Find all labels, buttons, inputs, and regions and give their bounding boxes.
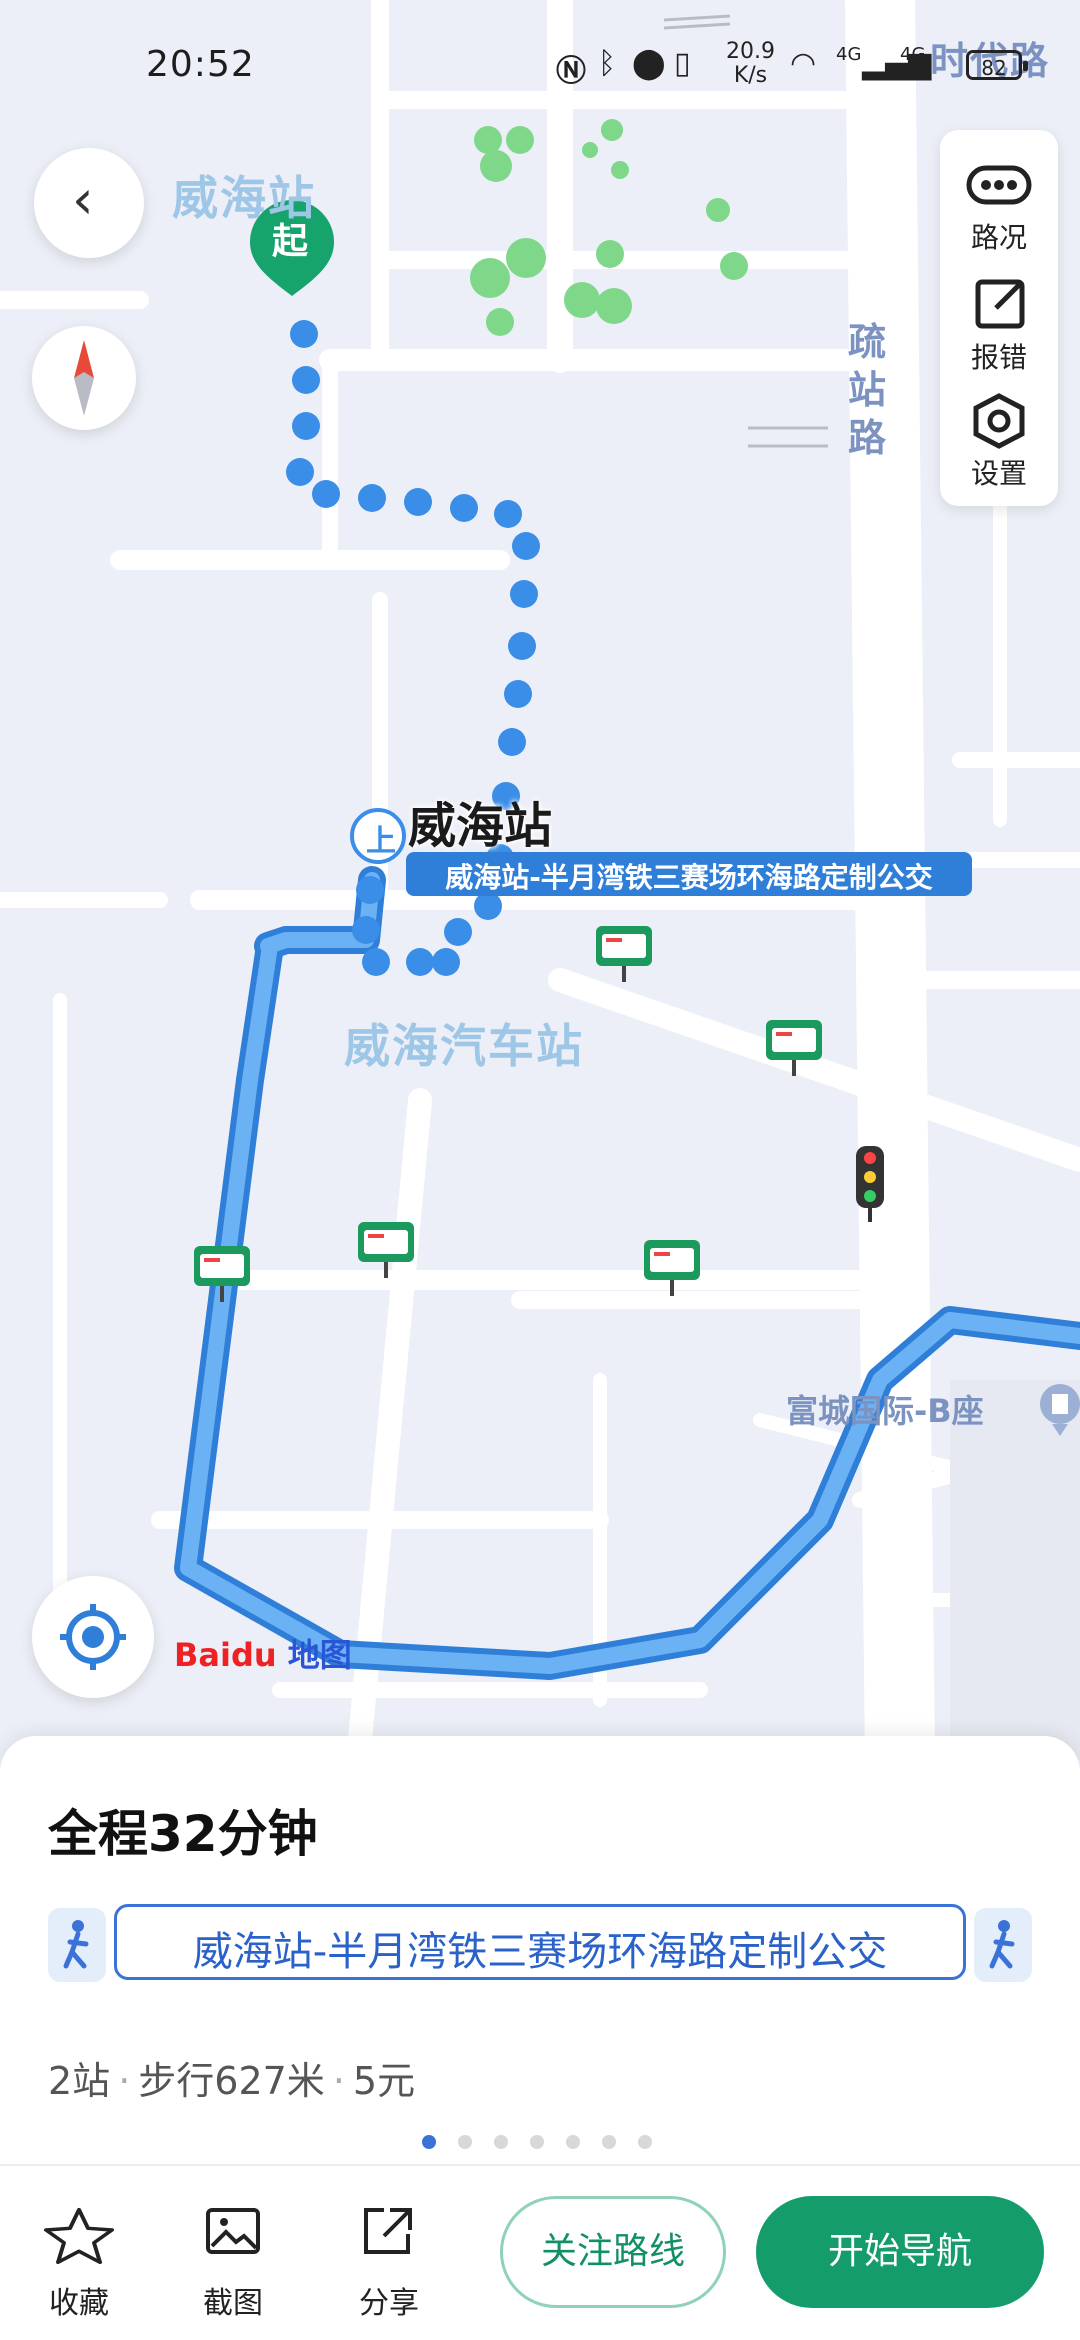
route-line-pill[interactable]: 威海站-半月湾铁三赛场环海路定制公交: [114, 1904, 966, 1980]
baidu-logo: Baidu 地图: [174, 1630, 352, 1676]
back-button[interactable]: ‹: [34, 148, 144, 258]
route-meta: 2站 · 步行627米 · 5元: [48, 2059, 416, 2103]
share-button[interactable]: 分享: [334, 2196, 444, 2321]
traffic-toggle[interactable]: 路况: [940, 150, 1058, 270]
map-label-weihai-station: 威海站: [408, 798, 553, 854]
total-duration: 全程32分钟: [48, 1805, 318, 1863]
favorite-label: 收藏: [49, 2286, 109, 2321]
nfc-icon: Ⓝ: [556, 54, 586, 89]
divider: [0, 2164, 1080, 2166]
baidu-map-cn: 地图: [287, 1636, 352, 1674]
stop-count: 2站: [48, 2059, 111, 2103]
compass-icon: [74, 340, 94, 416]
status-time: 20:52: [146, 44, 255, 85]
map-route-tag[interactable]: 威海站-半月湾铁三赛场环海路定制公交: [406, 856, 972, 896]
map-tools-panel: 路况 报错 设置: [940, 130, 1058, 506]
locate-button[interactable]: [32, 1576, 154, 1698]
location-icon: ⬤: [632, 46, 666, 81]
status-bar: 20:52 Ⓝ ᛒ ⬤ ▯ 20.9 K/s ◠ 4G ▂▄▆ 4G 82: [0, 0, 1080, 130]
walk-distance: 步行627米: [138, 2059, 325, 2103]
walk-end-icon: [974, 1908, 1032, 1982]
map-label-shuzhan-road: 疏站路: [848, 320, 887, 460]
start-navigation-button[interactable]: 开始导航: [756, 2196, 1044, 2308]
net-4g-right: 4G: [900, 44, 926, 65]
share-label: 分享: [359, 2286, 419, 2321]
bus-stop-icons: [194, 926, 822, 1302]
map-label-poi-fucheng[interactable]: 富城国际-B座: [786, 1386, 984, 1432]
walk-start-icon: [48, 1908, 106, 1982]
network-speed: 20.9 K/s: [726, 40, 775, 88]
compass-button[interactable]: [32, 326, 136, 430]
settings-button[interactable]: 设置: [940, 386, 1058, 506]
traffic-icon: [966, 165, 1032, 205]
report-label: 报错: [970, 341, 1027, 374]
edit-icon: [975, 279, 1025, 329]
traffic-label: 路况: [970, 221, 1027, 254]
settings-label: 设置: [970, 457, 1027, 490]
chevron-left-icon: ‹: [72, 168, 94, 231]
route-sheet: 全程32分钟 威海站-半月湾铁三赛场环海路定制公交 2站 · 步行627米 · 5元 收…: [0, 1736, 1080, 2340]
page-dot[interactable]: [566, 2135, 580, 2149]
network-speed-unit: K/s: [733, 63, 768, 88]
report-error-button[interactable]: 报错: [940, 270, 1058, 390]
favorite-button[interactable]: 收藏: [24, 2196, 134, 2321]
page-dot[interactable]: [602, 2135, 616, 2149]
start-marker-label: 起: [272, 221, 309, 262]
page-indicator: [422, 2134, 674, 2154]
page-dot[interactable]: [422, 2135, 436, 2149]
network-speed-value: 20.9: [726, 39, 775, 64]
wifi-icon: ◠: [790, 46, 817, 81]
net-4g-left: 4G: [836, 44, 862, 65]
page-dot[interactable]: [458, 2135, 472, 2149]
baidu-logo-text: Baidu: [174, 1636, 277, 1674]
page-dot[interactable]: [494, 2135, 508, 2149]
locate-icon: [60, 1604, 126, 1670]
route-line-name: 威海站-半月湾铁三赛场环海路定制公交: [192, 1929, 888, 1975]
battery-indicator: 82: [966, 50, 1028, 80]
share-icon: [364, 2208, 412, 2254]
page-dot[interactable]: [638, 2135, 652, 2149]
screenshot-label: 截图: [203, 2286, 263, 2321]
image-icon: [206, 2208, 260, 2254]
star-icon: [44, 2207, 114, 2265]
map-label-bus-station: 威海汽车站: [344, 1019, 584, 1073]
map-view[interactable]: 威海站 起 疏站路 时代路 威海站 上 威海站-半月湾铁三赛场环海路定制公交 威…: [0, 0, 1080, 1760]
board-marker-label: 上: [366, 824, 396, 859]
screenshot-button[interactable]: 截图: [178, 2196, 288, 2321]
fare: 5元: [352, 2059, 416, 2103]
gear-icon: [973, 393, 1025, 449]
bluetooth-icon: ᛒ: [598, 46, 616, 81]
vibrate-icon: ▯: [674, 46, 691, 81]
page-dot[interactable]: [530, 2135, 544, 2149]
follow-route-button[interactable]: 关注路线: [500, 2196, 726, 2308]
